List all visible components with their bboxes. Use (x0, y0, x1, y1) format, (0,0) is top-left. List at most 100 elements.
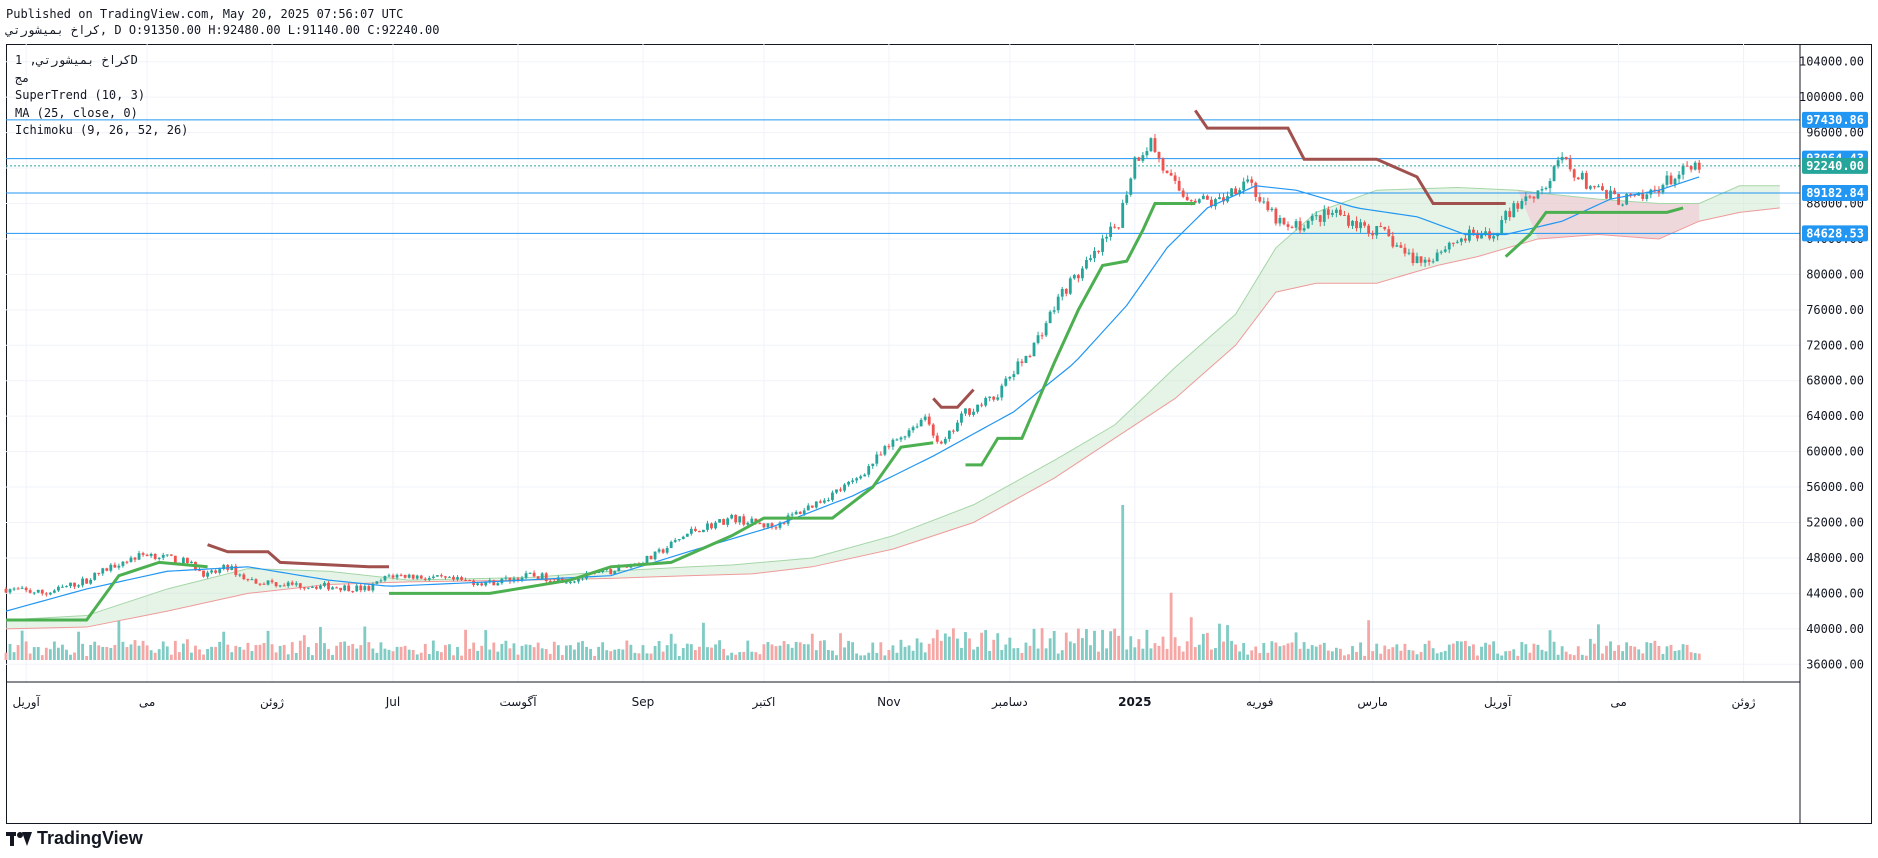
volume-bar (85, 655, 89, 660)
volume-bar (202, 654, 205, 660)
candle (1032, 342, 1036, 357)
volume-bar (919, 642, 923, 660)
candle-body (81, 578, 85, 586)
candle-body (1089, 258, 1092, 261)
volume-bar (573, 649, 576, 660)
volume-bar (601, 642, 605, 660)
volume-bar (843, 647, 846, 660)
candle-body (294, 583, 298, 585)
candle-body (1314, 215, 1318, 217)
candle (649, 555, 653, 560)
legend-ma[interactable]: MA (25, close, 0) (15, 105, 188, 123)
candle (1597, 184, 1600, 188)
candle-body (1484, 231, 1487, 235)
volume-bar (907, 645, 911, 660)
volume-bar (1024, 642, 1028, 660)
candle-body (460, 577, 463, 580)
candle-body (238, 574, 242, 576)
candle-body (1552, 166, 1556, 182)
volume-bar (698, 646, 701, 660)
candle (1173, 172, 1177, 185)
price-chart[interactable]: 104000.00100000.0096000.0092000.0088000.… (0, 0, 1878, 858)
candle-body (939, 441, 943, 444)
candle (52, 589, 56, 594)
candle-body (274, 582, 278, 587)
candle-body (319, 585, 322, 589)
volume-bar (61, 644, 64, 660)
candle-body (1455, 241, 1459, 243)
candle-body (1617, 194, 1620, 205)
legend-ichimoku[interactable]: Ichimoku (9, 26, 52, 26) (15, 122, 188, 140)
candle (1278, 215, 1282, 227)
price-label-value: 97430.86 (1806, 113, 1864, 127)
volume-bar (738, 652, 742, 660)
candle (831, 490, 834, 502)
candle-body (1576, 177, 1580, 180)
volume-bar (133, 640, 137, 660)
candle (1048, 310, 1052, 324)
volume-bar (1609, 641, 1612, 660)
candle-body (93, 572, 97, 580)
candle (12, 587, 16, 592)
volume-bar (1415, 654, 1419, 660)
candle-body (907, 430, 911, 437)
volume-bar (1375, 643, 1379, 660)
candle (1689, 165, 1693, 173)
volume-bar (540, 648, 544, 660)
candle-body (1048, 311, 1052, 324)
candle (1113, 223, 1117, 229)
candle-body (1665, 175, 1669, 185)
volume-bar (770, 644, 774, 660)
candle-body (544, 573, 548, 581)
volume-bar (1685, 644, 1689, 660)
chart-legend: كراخ بميشورتي, 1D مج SuperTrend (10, 3) MA … (15, 52, 188, 140)
volume-bar (1133, 647, 1137, 660)
candle-body (1544, 188, 1548, 190)
candle-body (254, 579, 258, 584)
candle-body (145, 554, 149, 556)
candle-body (843, 484, 846, 491)
volume-bar (1330, 651, 1334, 660)
candle-body (173, 555, 177, 563)
candle-body (528, 572, 532, 574)
candle-body (1504, 211, 1508, 220)
candle-body (153, 553, 157, 559)
volume-bar (778, 645, 782, 660)
candle (835, 489, 838, 495)
volume-bar (1246, 654, 1250, 660)
volume-bar (1641, 653, 1645, 660)
volume-bar (65, 649, 68, 660)
candle-body (915, 426, 919, 428)
volume-bar (1601, 653, 1604, 660)
candle-body (266, 580, 270, 585)
legend-symbol[interactable]: كراخ بميشورتي, 1D (15, 52, 188, 70)
volume-bar (24, 641, 28, 660)
volume-bar (101, 646, 105, 660)
candle (935, 432, 939, 444)
candle-body (1085, 260, 1088, 269)
candle (891, 438, 895, 450)
volume-bar (117, 620, 121, 660)
candle (1024, 355, 1028, 364)
price-tick-label: 52000.00 (1806, 516, 1864, 530)
volume-bar (774, 646, 778, 660)
volume-bar (186, 639, 189, 660)
volume-bar (363, 626, 367, 660)
candle (137, 550, 141, 561)
candle-body (1548, 181, 1552, 189)
legend-exchange: مج (15, 70, 30, 85)
candle (798, 510, 802, 515)
legend-supertrend[interactable]: SuperTrend (10, 3) (15, 87, 188, 105)
volume-bar (69, 654, 72, 660)
volume-bar (564, 645, 568, 660)
candle-body (1230, 188, 1233, 197)
candle (1250, 176, 1254, 187)
volume-bar (1169, 592, 1173, 660)
volume-bar (254, 644, 258, 660)
candle (1560, 152, 1564, 164)
candle-body (532, 572, 536, 577)
candle-body (1339, 209, 1342, 215)
candle-body (1443, 249, 1447, 252)
volume-bar (169, 654, 173, 660)
volume-bar (1588, 638, 1592, 660)
